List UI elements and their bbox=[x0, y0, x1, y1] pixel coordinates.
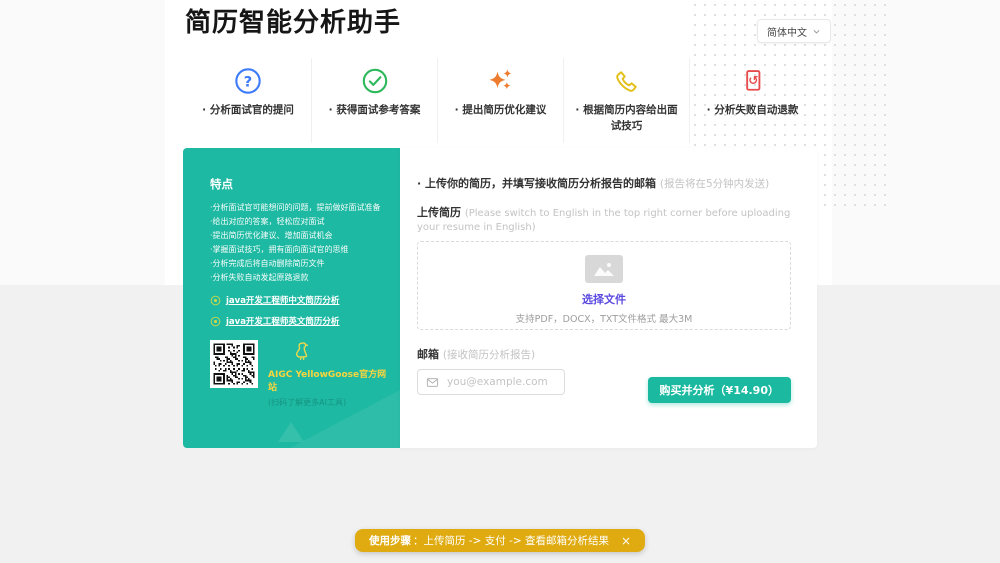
language-selector[interactable]: 简体中文 bbox=[757, 19, 831, 43]
steps-toast: 使用步骤 ：上传简历 -> 支付 -> 查看邮箱分析结果 × bbox=[355, 529, 645, 552]
panel-feature-list: ·分析面试官可能想问的问题，提前做好面试准备 ·给出对应的答案，轻松应对面试 ·… bbox=[210, 201, 388, 285]
upload-label-row: 上传简历 (Please switch to English in the to… bbox=[417, 204, 791, 233]
sample-link-english-resume[interactable]: java开发工程师英文简历分析 bbox=[226, 315, 339, 327]
brand-caption: (扫码了解更多AI工具) bbox=[268, 397, 388, 408]
form-intro: · 上传你的简历，并填写接收简历分析报告的邮箱 (报告将在5分钟内发送) bbox=[417, 175, 791, 191]
feature-analyze-questions: ? · 分析面试官的提问 bbox=[185, 58, 311, 143]
feature-label: · 提出简历优化建议 bbox=[448, 103, 553, 119]
qr-code bbox=[210, 340, 258, 388]
email-label-row: 邮箱 (接收简历分析报告) bbox=[417, 346, 791, 362]
upload-label: 上传简历 bbox=[417, 206, 461, 219]
panel-feature-item: ·分析完成后将自动删除简历文件 bbox=[210, 257, 388, 271]
upload-form: · 上传你的简历，并填写接收简历分析报告的邮箱 (报告将在5分钟内发送) 上传简… bbox=[400, 148, 817, 448]
close-icon[interactable]: × bbox=[621, 534, 631, 548]
feature-auto-refund: ↺ · 分析失败自动退款 bbox=[689, 58, 815, 143]
brand-row: AIGC YellowGoose官方网站 (扫码了解更多AI工具) bbox=[210, 340, 388, 408]
main-card: 特点 ·分析面试官可能想问的问题，提前做好面试准备 ·给出对应的答案，轻松应对面… bbox=[183, 148, 817, 448]
panel-feature-item: ·掌握面试技巧，拥有面向面试官的思维 bbox=[210, 243, 388, 257]
language-selector-label: 简体中文 bbox=[767, 24, 807, 39]
phone-icon bbox=[574, 64, 679, 98]
features-panel: 特点 ·分析面试官可能想问的问题，提前做好面试准备 ·给出对应的答案，轻松应对面… bbox=[183, 148, 400, 448]
panel-title: 特点 bbox=[210, 176, 388, 192]
feature-label: · 分析面试官的提问 bbox=[195, 103, 301, 119]
choose-file-button[interactable]: 选择文件 bbox=[418, 291, 790, 307]
panel-feature-item: ·给出对应的答案，轻松应对面试 bbox=[210, 215, 388, 229]
envelope-icon bbox=[426, 376, 439, 389]
chevron-down-icon bbox=[812, 27, 821, 36]
upload-note: (Please switch to English in the top rig… bbox=[417, 208, 790, 233]
email-label: 邮箱 bbox=[417, 348, 439, 361]
toast-label: 使用步骤 bbox=[369, 533, 411, 548]
email-field-wrapper bbox=[417, 369, 565, 395]
upload-dropzone[interactable]: 选择文件 支持PDF，DOCX，TXT文件格式 最大3M bbox=[417, 241, 791, 330]
email-field[interactable] bbox=[445, 375, 556, 389]
buy-and-analyze-button[interactable]: 购买并分析（¥14.90） bbox=[648, 377, 791, 403]
form-intro-note: (报告将在5分钟内发送) bbox=[660, 178, 769, 190]
toast-steps: ：上传简历 -> 支付 -> 查看邮箱分析结果 bbox=[413, 533, 609, 548]
feature-label: · 分析失败自动退款 bbox=[700, 103, 805, 119]
svg-text:?: ? bbox=[244, 73, 252, 90]
sparkles-icon bbox=[448, 64, 553, 98]
check-badge-icon bbox=[322, 64, 427, 98]
features-row: ? · 分析面试官的提问 · 获得面试参考答案 · 提出简历优化建议 bbox=[185, 58, 815, 143]
page: 简历智能分析助手 简体中文 ? · 分析面试官的提问 · 获得面试参考答案 bbox=[0, 0, 1000, 563]
refund-icon: ↺ bbox=[700, 64, 805, 98]
triangle-decoration bbox=[278, 422, 304, 442]
feature-resume-suggestions: · 提出简历优化建议 bbox=[437, 58, 563, 143]
goose-icon bbox=[290, 340, 312, 362]
feature-label: · 获得面试参考答案 bbox=[322, 103, 427, 119]
panel-feature-item: ·分析面试官可能想问的问题，提前做好面试准备 bbox=[210, 201, 388, 215]
question-circle-icon: ? bbox=[195, 64, 301, 98]
panel-feature-item: ·提出简历优化建议、增加面试机会 bbox=[210, 229, 388, 243]
panel-feature-item: ·分析失败自动发起原路退款 bbox=[210, 271, 388, 285]
sample-link-row: java开发工程师英文简历分析 bbox=[210, 315, 388, 327]
svg-text:↺: ↺ bbox=[748, 74, 758, 88]
image-placeholder-icon bbox=[585, 255, 623, 283]
brand-info: AIGC YellowGoose官方网站 (扫码了解更多AI工具) bbox=[268, 340, 388, 408]
email-note: (接收简历分析报告) bbox=[443, 349, 535, 361]
feature-label: · 根据简历内容给出面试技巧 bbox=[574, 103, 679, 135]
page-title: 简历智能分析助手 bbox=[185, 8, 401, 39]
file-format-hint: 支持PDF，DOCX，TXT文件格式 最大3M bbox=[418, 311, 790, 325]
form-intro-text: · 上传你的简历，并填写接收简历分析报告的邮箱 bbox=[417, 177, 656, 190]
sample-link-chinese-resume[interactable]: java开发工程师中文简历分析 bbox=[226, 294, 339, 306]
feature-reference-answers: · 获得面试参考答案 bbox=[311, 58, 437, 143]
brand-name[interactable]: AIGC YellowGoose官方网站 bbox=[268, 367, 388, 393]
eye-icon bbox=[210, 316, 221, 327]
feature-interview-tips: · 根据简历内容给出面试技巧 bbox=[563, 58, 689, 143]
eye-icon bbox=[210, 295, 221, 306]
sample-link-row: java开发工程师中文简历分析 bbox=[210, 294, 388, 306]
